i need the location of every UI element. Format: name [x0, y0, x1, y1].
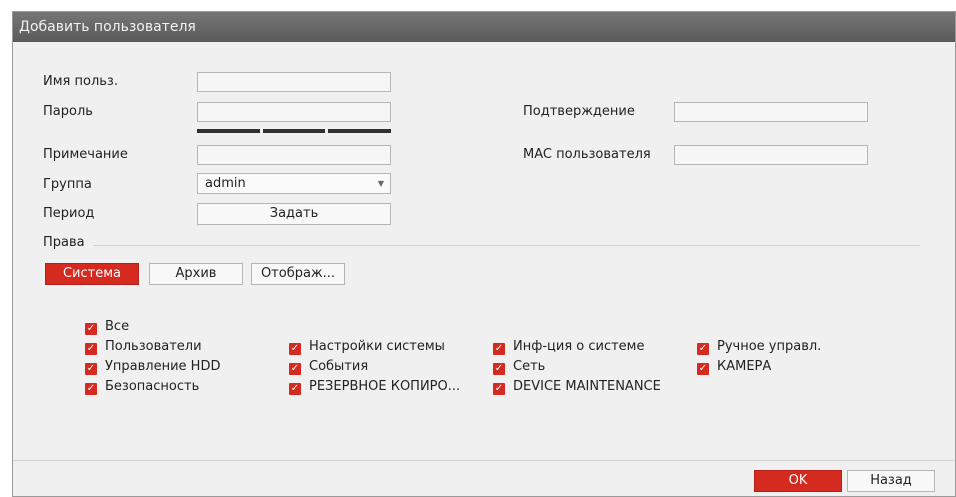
ok-button[interactable]: OK — [754, 470, 842, 492]
checkbox-events-label: События — [309, 359, 369, 374]
checkbox-camera-label: КАМЕРА — [717, 359, 772, 374]
checkbox-hdd-label: Управление HDD — [105, 359, 221, 374]
password-input[interactable] — [197, 102, 391, 122]
check-icon: ✓ — [85, 363, 97, 375]
tab-display[interactable]: Отображ... — [251, 263, 345, 285]
checkbox-network[interactable]: ✓ Сеть — [493, 359, 545, 375]
checkbox-system-settings[interactable]: ✓ Настройки системы — [289, 339, 445, 355]
check-icon: ✓ — [85, 323, 97, 335]
checkbox-manual-control-label: Ручное управл. — [717, 339, 822, 354]
username-input[interactable] — [197, 72, 391, 92]
group-label: Группа — [43, 177, 92, 192]
add-user-dialog: Добавить пользователя Имя польз. Пароль … — [12, 11, 956, 497]
checkbox-hdd[interactable]: ✓ Управление HDD — [85, 359, 220, 375]
tab-system[interactable]: Система — [45, 263, 139, 285]
mac-label: MAC пользователя — [523, 147, 651, 162]
checkbox-security-label: Безопасность — [105, 379, 200, 394]
checkbox-all-label: Все — [105, 319, 130, 334]
checkbox-users[interactable]: ✓ Пользователи — [85, 339, 202, 355]
check-icon: ✓ — [493, 343, 505, 355]
tab-archive[interactable]: Архив — [149, 263, 243, 285]
group-select-value: admin — [205, 176, 246, 191]
check-icon: ✓ — [697, 343, 709, 355]
checkbox-backup-label: РЕЗЕРВНОЕ КОПИРО... — [309, 379, 461, 394]
checkbox-all[interactable]: ✓ Все — [85, 319, 129, 335]
check-icon: ✓ — [493, 383, 505, 395]
checkbox-manual-control[interactable]: ✓ Ручное управл. — [697, 339, 821, 355]
username-label: Имя польз. — [43, 74, 118, 89]
period-label: Период — [43, 206, 95, 221]
checkbox-system-info[interactable]: ✓ Инф-ция о системе — [493, 339, 645, 355]
group-select[interactable]: admin ▼ — [197, 173, 391, 194]
password-strength-bar-3 — [328, 129, 391, 133]
check-icon: ✓ — [289, 383, 301, 395]
back-button[interactable]: Назад — [847, 470, 935, 492]
checkbox-users-label: Пользователи — [105, 339, 202, 354]
rights-label: Права — [43, 235, 85, 250]
checkbox-backup[interactable]: ✓ РЕЗЕРВНОЕ КОПИРО... — [289, 379, 460, 395]
footer-divider — [13, 460, 955, 461]
confirm-label: Подтверждение — [523, 104, 635, 119]
password-label: Пароль — [43, 104, 93, 119]
checkbox-system-settings-label: Настройки системы — [309, 339, 445, 354]
check-icon: ✓ — [493, 363, 505, 375]
checkbox-system-info-label: Инф-ция о системе — [513, 339, 645, 354]
checkbox-events[interactable]: ✓ События — [289, 359, 368, 375]
dialog-title: Добавить пользователя — [13, 12, 955, 42]
checkbox-security[interactable]: ✓ Безопасность — [85, 379, 199, 395]
check-icon: ✓ — [85, 343, 97, 355]
rights-divider — [93, 245, 920, 246]
password-strength-bar-1 — [197, 129, 260, 133]
checkbox-camera[interactable]: ✓ КАМЕРА — [697, 359, 771, 375]
check-icon: ✓ — [697, 363, 709, 375]
checkbox-device-maintenance-label: DEVICE MAINTENANCE — [513, 379, 661, 394]
check-icon: ✓ — [85, 383, 97, 395]
note-input[interactable] — [197, 145, 391, 165]
confirm-password-input[interactable] — [674, 102, 868, 122]
note-label: Примечание — [43, 147, 128, 162]
checkbox-device-maintenance[interactable]: ✓ DEVICE MAINTENANCE — [493, 379, 661, 395]
password-strength-bar-2 — [263, 129, 325, 133]
mac-input[interactable] — [674, 145, 868, 165]
period-set-button[interactable]: Задать — [197, 203, 391, 225]
chevron-down-icon: ▼ — [377, 179, 384, 188]
checkbox-network-label: Сеть — [513, 359, 546, 374]
check-icon: ✓ — [289, 343, 301, 355]
check-icon: ✓ — [289, 363, 301, 375]
